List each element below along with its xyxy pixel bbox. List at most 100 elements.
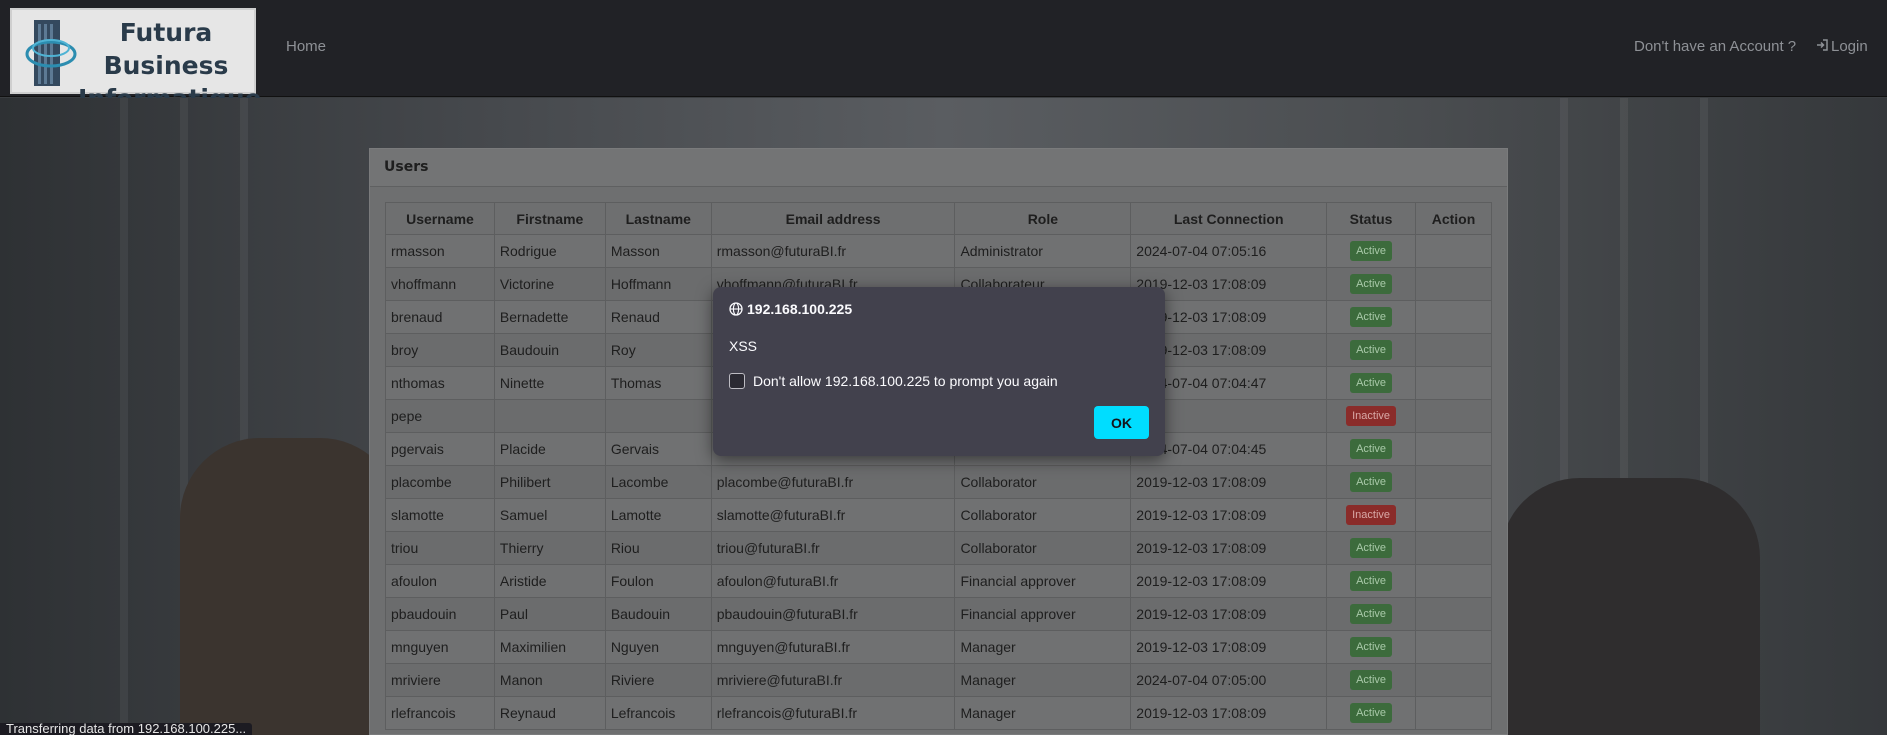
- status-badge: Active: [1350, 439, 1393, 459]
- cell-firstname: Bernadette: [493, 300, 606, 334]
- table-row: pbaudouin Paul Baudouin pbaudouin@futuraBI.…: [385, 597, 1492, 631]
- status-badge: Active: [1350, 637, 1393, 657]
- column-header: Username: [385, 202, 495, 235]
- dont-allow-checkbox[interactable]: [729, 373, 745, 389]
- cell-lastname: Foulon: [604, 564, 712, 598]
- cell-last: 2024-07-04 07:05:00: [1130, 663, 1328, 697]
- cell-last: 2024-07-04 07:05:16: [1130, 234, 1328, 268]
- cell-status: Inactive: [1326, 498, 1417, 532]
- status-badge: Active: [1350, 307, 1393, 327]
- dont-allow-checkbox-row[interactable]: Don't allow 192.168.100.225 to prompt yo…: [729, 373, 1058, 389]
- cell-firstname: Samuel: [493, 498, 606, 532]
- status-badge: Inactive: [1346, 406, 1397, 426]
- nav-home-link[interactable]: Home: [286, 38, 326, 55]
- alert-dialog: 192.168.100.225 XSS Don't allow 192.168.…: [713, 287, 1165, 456]
- status-badge: Active: [1350, 274, 1393, 294]
- cell-role: Administrator: [954, 234, 1132, 268]
- cell-status: Active: [1326, 432, 1417, 466]
- column-header: Role: [954, 202, 1132, 235]
- cell-action[interactable]: [1415, 333, 1492, 367]
- cell-action[interactable]: [1415, 597, 1492, 631]
- cell-username: pbaudouin: [385, 597, 495, 631]
- cell-action[interactable]: [1415, 465, 1492, 499]
- cell-status: Inactive: [1326, 399, 1417, 433]
- cell-status: Active: [1326, 366, 1417, 400]
- cell-username: rmasson: [385, 234, 495, 268]
- cell-lastname: [604, 399, 712, 433]
- cell-username: triou: [385, 531, 495, 565]
- status-badge: Active: [1350, 604, 1393, 624]
- cell-lastname: Thomas: [604, 366, 712, 400]
- cell-lastname: Lefrancois: [604, 696, 712, 730]
- cell-role: Manager: [954, 696, 1132, 730]
- cell-status: Active: [1326, 597, 1417, 631]
- status-badge: Active: [1350, 472, 1393, 492]
- cell-username: placombe: [385, 465, 495, 499]
- cell-action[interactable]: [1415, 399, 1492, 433]
- status-badge: Active: [1350, 538, 1393, 558]
- cell-action[interactable]: [1415, 630, 1492, 664]
- cell-lastname: Riviere: [604, 663, 712, 697]
- column-header: Status: [1326, 202, 1417, 235]
- cell-action[interactable]: [1415, 366, 1492, 400]
- cell-firstname: Reynaud: [493, 696, 606, 730]
- cell-username: brenaud: [385, 300, 495, 334]
- cell-email: placombe@futuraBI.fr: [710, 465, 956, 499]
- cell-email: afoulon@futuraBI.fr: [710, 564, 956, 598]
- cell-username: slamotte: [385, 498, 495, 532]
- cell-role: Collaborator: [954, 531, 1132, 565]
- cell-status: Active: [1326, 465, 1417, 499]
- cell-firstname: Placide: [493, 432, 606, 466]
- cell-firstname: Rodrigue: [493, 234, 606, 268]
- cell-role: Collaborator: [954, 465, 1132, 499]
- cell-username: pepe: [385, 399, 495, 433]
- cell-firstname: Aristide: [493, 564, 606, 598]
- cell-role: Financial approver: [954, 564, 1132, 598]
- cell-action[interactable]: [1415, 234, 1492, 268]
- dont-allow-label: Don't allow 192.168.100.225 to prompt yo…: [753, 373, 1058, 389]
- status-badge: Active: [1350, 373, 1393, 393]
- status-badge: Active: [1350, 703, 1393, 723]
- status-badge: Active: [1350, 241, 1393, 261]
- status-badge: Active: [1350, 670, 1393, 690]
- column-header: Last Connection: [1130, 202, 1328, 235]
- cell-action[interactable]: [1415, 498, 1492, 532]
- nav-login-link[interactable]: Login: [1816, 38, 1868, 55]
- cell-action[interactable]: [1415, 300, 1492, 334]
- cell-action[interactable]: [1415, 663, 1492, 697]
- cell-status: Active: [1326, 663, 1417, 697]
- users-table: Username Firstname Lastname Email address Ro…: [385, 202, 1492, 730]
- cell-firstname: Maximilien: [493, 630, 606, 664]
- cell-action[interactable]: [1415, 432, 1492, 466]
- cell-lastname: Baudouin: [604, 597, 712, 631]
- cell-username: nthomas: [385, 366, 495, 400]
- cell-username: mriviere: [385, 663, 495, 697]
- cell-role: Collaborator: [954, 498, 1132, 532]
- company-logo[interactable]: Futura Business Informatique: [10, 8, 262, 113]
- table-row: mriviere Manon Riviere mriviere@futuraBI.fr…: [385, 663, 1492, 697]
- status-badge: Active: [1350, 571, 1393, 591]
- cell-lastname: Hoffmann: [604, 267, 712, 301]
- cell-action[interactable]: [1415, 696, 1492, 730]
- cell-action[interactable]: [1415, 564, 1492, 598]
- cell-last: 2019-12-03 17:08:09: [1130, 465, 1328, 499]
- cell-role: Financial approver: [954, 597, 1132, 631]
- status-badge: Active: [1350, 340, 1393, 360]
- cell-firstname: Ninette: [493, 366, 606, 400]
- cell-email: mriviere@futuraBI.fr: [710, 663, 956, 697]
- cell-status: Active: [1326, 696, 1417, 730]
- ok-button[interactable]: OK: [1094, 406, 1149, 439]
- table-row: slamotte Samuel Lamotte slamotte@futuraBI.f…: [385, 498, 1492, 532]
- panel-title: Users: [370, 149, 1507, 187]
- cell-firstname: [493, 399, 606, 433]
- cell-lastname: Riou: [604, 531, 712, 565]
- cell-action[interactable]: [1415, 531, 1492, 565]
- dialog-title: 192.168.100.225: [729, 301, 852, 319]
- cell-action[interactable]: [1415, 267, 1492, 301]
- status-badge: Inactive: [1346, 505, 1397, 525]
- cell-email: pbaudouin@futuraBI.fr: [710, 597, 956, 631]
- cell-email: rlefrancois@futuraBI.fr: [710, 696, 956, 730]
- nav-signup-link[interactable]: Don't have an Account ?: [1634, 38, 1796, 55]
- table-row: afoulon Aristide Foulon afoulon@futuraBI.fr…: [385, 564, 1492, 598]
- dialog-message: XSS: [729, 338, 758, 354]
